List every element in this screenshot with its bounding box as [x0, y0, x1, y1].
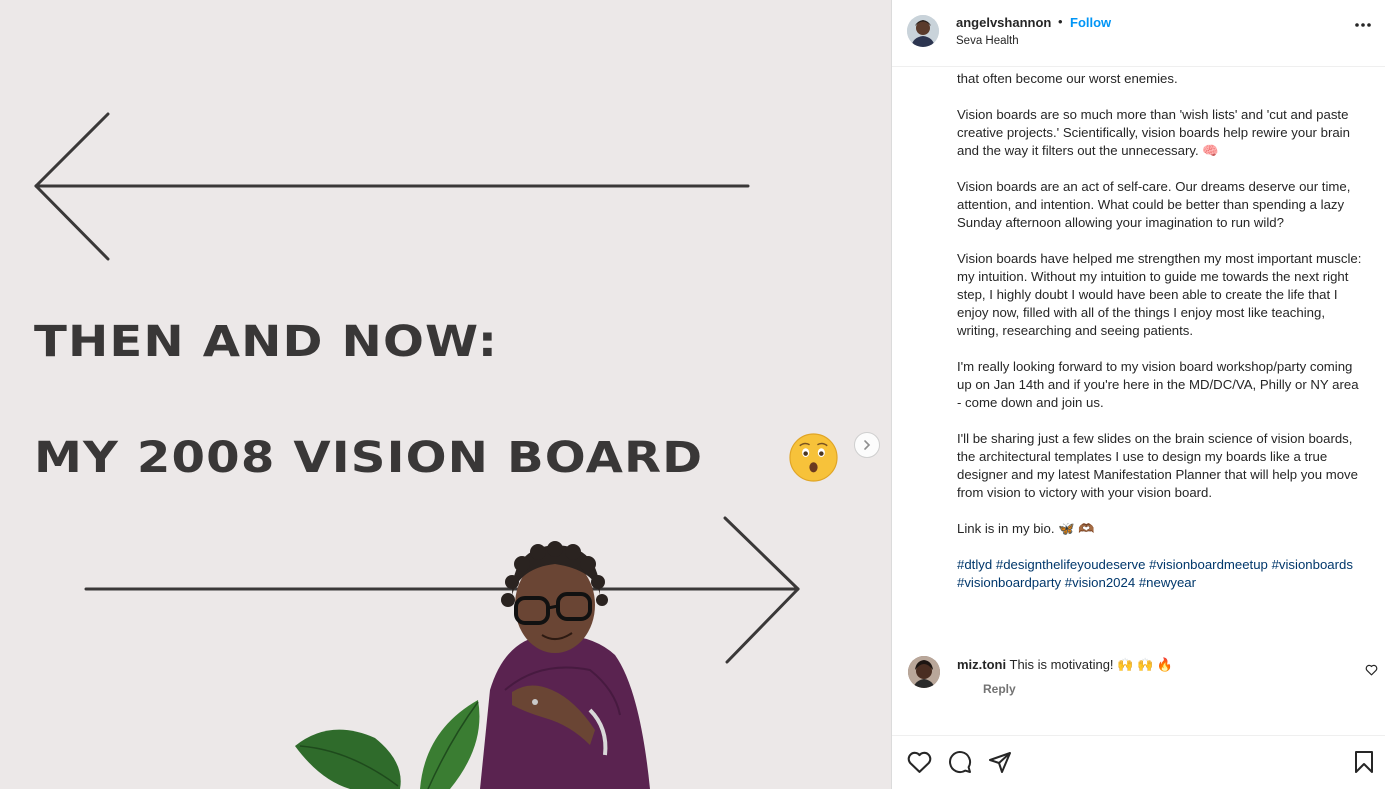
commenter-avatar[interactable]	[908, 656, 940, 688]
hashtag-list: #dtlyd #designthelifeyoudeserve #visionb…	[957, 556, 1365, 592]
like-heart-icon[interactable]	[907, 750, 932, 774]
next-slide-button[interactable]	[854, 432, 880, 458]
more-options-icon[interactable]	[1354, 22, 1372, 28]
post-location[interactable]: Seva Health	[956, 35, 1019, 47]
hashtag-link[interactable]: #newyear	[1139, 575, 1196, 590]
author-avatar[interactable]	[907, 15, 939, 47]
comment-item: miz.toni This is motivating! 🙌 🙌 🔥 Reply	[892, 652, 1385, 712]
comment-body: miz.toni This is motivating! 🙌 🙌 🔥	[957, 657, 1173, 673]
comment-text: This is motivating! 🙌 🙌 🔥	[1009, 657, 1173, 672]
woman-photo	[295, 541, 650, 789]
caption-fragment: that often become our worst enemies.	[957, 71, 1178, 86]
hashtag-link[interactable]: #dtlyd	[957, 557, 992, 572]
astonished-face-emoji-icon	[789, 433, 838, 482]
caption-paragraph: I'm really looking forward to my vision …	[957, 359, 1359, 410]
caption-paragraph: Link is in my bio. 🦋 🫶🏾	[957, 521, 1095, 536]
post-media[interactable]: THEN AND NOW: MY 2008 VISION BOARD	[0, 0, 891, 789]
separator-dot: •	[1058, 14, 1063, 29]
hashtag-link[interactable]: #visionboardmeetup	[1149, 557, 1268, 572]
avatar-image	[907, 15, 939, 47]
commenter-avatar-image	[908, 656, 940, 688]
post-header: angelvshannon • Follow Seva Health	[892, 0, 1385, 67]
caption-paragraph: Vision boards are so much more than 'wis…	[957, 107, 1350, 158]
post-caption: that often become our worst enemies. Vis…	[957, 70, 1365, 610]
share-send-icon[interactable]	[988, 750, 1012, 774]
post-sidebar: angelvshannon • Follow Seva Health that …	[891, 0, 1385, 789]
headline-then-and-now: THEN AND NOW:	[34, 317, 499, 367]
headline-vision-board: MY 2008 VISION BOARD	[34, 433, 704, 483]
commenter-username[interactable]: miz.toni	[957, 657, 1006, 672]
action-bar	[892, 735, 1385, 789]
right-arrow-head-bottom	[725, 587, 800, 664]
caption-paragraph: I'll be sharing just a few slides on the…	[957, 431, 1358, 500]
follow-button[interactable]: Follow	[1070, 15, 1111, 30]
right-arrow-head-top	[723, 516, 800, 591]
author-username[interactable]: angelvshannon	[956, 15, 1051, 30]
comment-icon[interactable]	[948, 750, 972, 774]
left-arrow-head-top	[34, 112, 110, 188]
comment-heart-icon[interactable]	[1365, 664, 1378, 676]
hashtag-link[interactable]: #visionboards	[1272, 557, 1353, 572]
reply-button[interactable]: Reply	[983, 682, 1016, 696]
caption-paragraph: Vision boards have helped me strengthen …	[957, 251, 1362, 338]
hashtag-link[interactable]: #vision2024	[1065, 575, 1135, 590]
hashtag-link[interactable]: #designthelifeyoudeserve	[996, 557, 1146, 572]
chevron-right-icon	[864, 440, 871, 450]
caption-paragraph: Vision boards are an act of self-care. O…	[957, 179, 1351, 230]
left-arrow-head-bottom	[34, 184, 110, 261]
bookmark-icon[interactable]	[1354, 750, 1374, 774]
hashtag-link[interactable]: #visionboardparty	[957, 575, 1061, 590]
